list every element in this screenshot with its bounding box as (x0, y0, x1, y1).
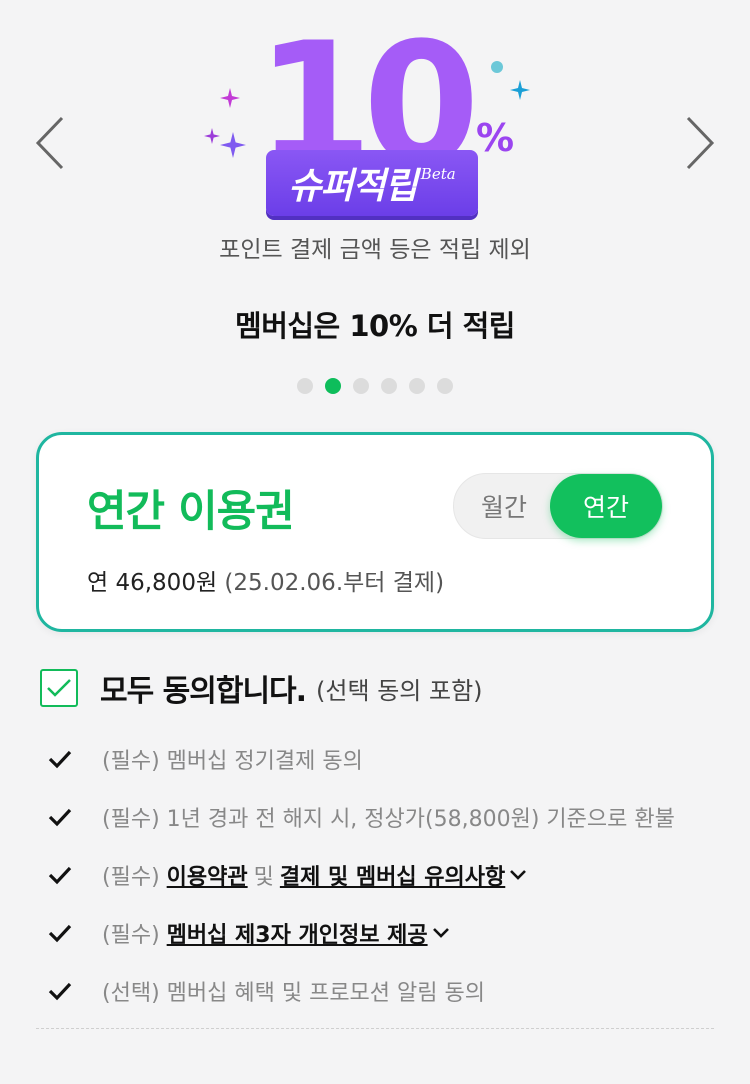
term-prefix: (선택) (102, 981, 160, 1006)
carousel-next-button[interactable] (678, 108, 722, 178)
term-text: 멤버십 정기결제 동의 (166, 749, 363, 774)
chevron-left-icon (35, 116, 64, 170)
term-item: (필수) 1년 경과 전 해지 시, 정상가(58,800원) 기준으로 환불 (46, 788, 726, 846)
banner-percent: % (476, 116, 515, 160)
term-item: (선택) 멤버십 혜택 및 프로모션 알림 동의 (46, 962, 726, 1020)
price-line: 연 46,800원 (25.02.06.부터 결제) (87, 563, 444, 597)
sparkle-icon (204, 128, 220, 144)
price-note: (25.02.06.부터 결제) (224, 570, 445, 596)
sparkle-icon (220, 132, 246, 158)
carousel-dot-active[interactable] (325, 378, 341, 394)
expand-button[interactable] (509, 869, 527, 881)
sparkle-icon (510, 80, 530, 100)
plan-title: 연간 이용권 (87, 487, 295, 537)
divider (36, 1028, 714, 1029)
banner-label-box: 슈퍼적립 Beta (266, 150, 478, 216)
agree-all-row[interactable]: 모두 동의합니다. (선택 동의 포함) (40, 666, 483, 710)
carousel-prev-button[interactable] (28, 108, 72, 178)
checkmark-icon (47, 679, 71, 697)
price: 연 46,800원 (87, 570, 218, 596)
term-prefix: (필수) (102, 865, 160, 890)
term-prefix: (필수) (102, 807, 160, 832)
term-prefix: (필수) (102, 923, 160, 948)
carousel-dot[interactable] (297, 378, 313, 394)
expand-button[interactable] (432, 927, 450, 939)
term-checkbox[interactable] (46, 919, 74, 947)
checkmark-icon (48, 866, 72, 885)
checkmark-icon (48, 982, 72, 1001)
banner-caption: 포인트 결제 금액 등은 적립 제외 (219, 237, 531, 263)
carousel-dot[interactable] (409, 378, 425, 394)
toggle-yearly[interactable]: 연간 (550, 474, 662, 538)
term-text: 1년 경과 전 해지 시, 정상가(58,800원) 기준으로 환불 (166, 807, 675, 832)
checkmark-icon (48, 924, 72, 943)
term-checkbox[interactable] (46, 803, 74, 831)
beta-tag: Beta (420, 165, 456, 183)
term-checkbox[interactable] (46, 977, 74, 1005)
term-joiner: 및 (253, 865, 274, 890)
plan-card: 연간 이용권 월간 연간 연 46,800원 (25.02.06.부터 결제) (36, 432, 714, 632)
dot-icon (491, 61, 503, 73)
checkmark-icon (48, 808, 72, 827)
term-item: (필수) 멤버십 정기결제 동의 (46, 730, 726, 788)
term-checkbox[interactable] (46, 861, 74, 889)
terms-list: (필수) 멤버십 정기결제 동의 (필수) 1년 경과 전 해지 시, 정상가(… (46, 730, 726, 1020)
third-party-info-link[interactable]: 멤버십 제3자 개인정보 제공 (167, 917, 428, 949)
chevron-right-icon (686, 116, 715, 170)
toggle-monthly[interactable]: 월간 (454, 474, 554, 538)
payment-membership-notice-link[interactable]: 결제 및 멤버십 유의사항 (280, 859, 505, 891)
terms-of-use-link[interactable]: 이용약관 (167, 859, 248, 891)
agree-all-sublabel: (선택 동의 포함) (316, 676, 483, 705)
term-checkbox[interactable] (46, 745, 74, 773)
chevron-down-icon (510, 870, 527, 880)
term-text: 멤버십 혜택 및 프로모션 알림 동의 (166, 981, 485, 1006)
carousel-indicator (0, 378, 750, 394)
agree-all-label: 모두 동의합니다. (100, 674, 307, 709)
super-reward-banner: 10 % 슈퍼적립 Beta (190, 20, 560, 230)
carousel-dot[interactable] (437, 378, 453, 394)
carousel-dot[interactable] (381, 378, 397, 394)
term-item: (필수) 이용약관 및 결제 및 멤버십 유의사항 (46, 846, 726, 904)
checkmark-icon (48, 750, 72, 769)
promo-carousel: 10 % 슈퍼적립 Beta 포인트 결제 금액 등은 적립 제외 멤버십은 1… (0, 0, 750, 410)
headline: 멤버십은 10% 더 적립 (235, 309, 515, 343)
billing-period-toggle: 월간 연간 (453, 473, 663, 539)
term-item: (필수) 멤버십 제3자 개인정보 제공 (46, 904, 726, 962)
carousel-dot[interactable] (353, 378, 369, 394)
banner-label: 슈퍼적립 (288, 166, 417, 207)
chevron-down-icon (432, 928, 449, 938)
term-prefix: (필수) (102, 749, 160, 774)
agree-all-checkbox[interactable] (40, 669, 78, 707)
sparkle-icon (220, 88, 240, 108)
